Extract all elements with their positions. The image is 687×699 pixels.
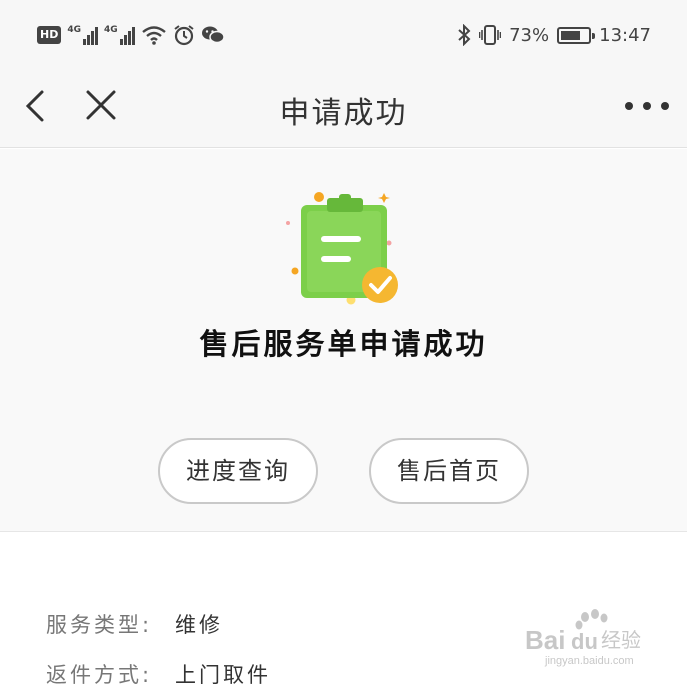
navigation-bar: 申请成功: [0, 68, 687, 148]
progress-query-button[interactable]: 进度查询: [158, 438, 318, 504]
detail-value: 维修: [175, 613, 223, 637]
hd-badge: HD: [37, 26, 62, 44]
watermark-brand: Bai: [525, 625, 565, 655]
network-type-1: 4G: [67, 25, 81, 35]
status-right-group: 73% 13:47: [457, 24, 651, 46]
wifi-icon: [141, 26, 166, 45]
clock: 13:47: [599, 24, 651, 46]
signal-1-icon: 4G: [67, 25, 98, 45]
more-icon: [625, 102, 633, 110]
detail-row-service-type: 服务类型: 维修: [46, 609, 223, 639]
page-title: 申请成功: [279, 96, 408, 131]
signal-2-icon: 4G: [104, 25, 135, 45]
baidu-jingyan-watermark: Bai du 经验 jingyan.baidu.com: [525, 609, 641, 667]
battery-icon: [557, 26, 596, 44]
battery-percent: 73%: [509, 24, 550, 46]
battery-level: [561, 30, 581, 40]
network-type-2: 4G: [104, 25, 118, 35]
detail-row-return-method: 返件方式: 上门取件: [46, 659, 271, 689]
alarm-icon: [174, 25, 194, 46]
order-details: 服务类型: 维修 返件方式: 上门取件 Bai du 经验 jingyan.ba…: [0, 533, 687, 699]
bluetooth-icon: [458, 24, 471, 46]
status-bar: HD 4G 4G 73% 13:47: [0, 0, 687, 68]
watermark-brand-suffix: du: [571, 629, 598, 654]
detail-label: 服务类型:: [46, 613, 153, 637]
detail-label: 返件方式:: [46, 663, 153, 687]
watermark-url: jingyan.baidu.com: [544, 655, 634, 667]
wechat-icon: [201, 26, 225, 44]
success-message: 售后服务单申请成功: [199, 327, 488, 361]
status-left-group: HD 4G 4G: [37, 24, 225, 46]
detail-value: 上门取件: [175, 663, 271, 687]
vibrate-icon: [479, 25, 502, 45]
more-button[interactable]: [625, 86, 669, 126]
watermark-product: 经验: [601, 628, 641, 652]
success-panel: 售后服务单申请成功 进度查询 售后首页: [0, 149, 687, 532]
clipboard-check-icon: [286, 192, 398, 305]
after-sales-home-button[interactable]: 售后首页: [369, 438, 529, 504]
